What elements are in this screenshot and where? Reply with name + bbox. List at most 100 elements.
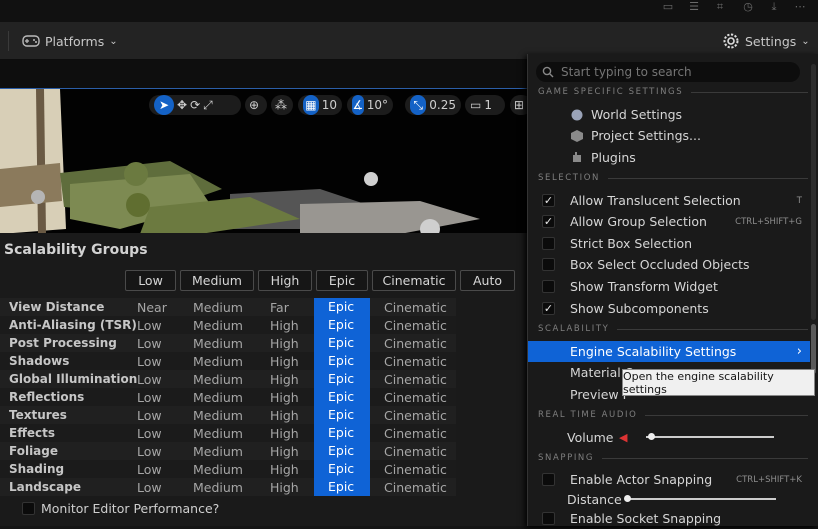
world-local-toggle[interactable]: ⊕ <box>245 95 267 115</box>
epic-cell-selected[interactable]: Epic <box>314 424 370 442</box>
epic-cell-selected[interactable]: Epic <box>314 388 370 406</box>
cinematic-cell[interactable]: Cinematic <box>384 354 447 369</box>
menu-scrollbar-thumb[interactable] <box>811 324 816 374</box>
menu-item-strict-box[interactable]: Strict Box Selection <box>528 233 810 254</box>
socket-snapping-checkbox[interactable] <box>542 512 555 525</box>
high-cell[interactable]: High <box>270 354 299 369</box>
cinematic-cell[interactable]: Cinematic <box>384 318 447 333</box>
epic-cell-selected[interactable]: Epic <box>314 442 370 460</box>
scale-snap-button[interactable]: ⤡ 0.25 <box>405 95 461 115</box>
high-cell[interactable]: High <box>270 372 299 387</box>
history-icon[interactable]: ◷ <box>738 0 758 16</box>
monitor-performance-checkbox[interactable] <box>22 502 35 515</box>
rotation-snap-button[interactable]: ∡ 10° <box>347 95 393 115</box>
medium-cell[interactable]: Medium <box>193 408 243 423</box>
cinematic-cell[interactable]: Cinematic <box>384 480 447 495</box>
show-subcomponents-checkbox[interactable]: ✓ <box>542 302 555 315</box>
epic-cell-selected[interactable]: Epic <box>314 298 370 316</box>
strict-box-checkbox[interactable] <box>542 237 555 250</box>
low-cell[interactable]: Low <box>137 408 162 423</box>
high-cell[interactable]: High <box>270 480 299 495</box>
allow-translucent-checkbox[interactable]: ✓ <box>542 194 555 207</box>
speaker-muted-icon[interactable]: ◀ <box>619 431 627 444</box>
quality-high-button[interactable]: High <box>258 270 312 291</box>
high-cell[interactable]: High <box>270 318 299 333</box>
low-cell[interactable]: Near <box>137 300 167 315</box>
download-icon[interactable]: ⤓ <box>764 0 784 16</box>
high-cell[interactable]: High <box>270 408 299 423</box>
monitor-performance-option[interactable]: Monitor Editor Performance? <box>22 501 219 516</box>
allow-group-checkbox[interactable]: ✓ <box>542 215 555 228</box>
medium-cell[interactable]: Medium <box>193 444 243 459</box>
epic-cell-selected[interactable]: Epic <box>314 370 370 388</box>
distance-slider-track[interactable] <box>626 498 776 500</box>
medium-cell[interactable]: Medium <box>193 372 243 387</box>
medium-cell[interactable]: Medium <box>193 426 243 441</box>
medium-cell[interactable]: Medium <box>193 390 243 405</box>
medium-cell[interactable]: Medium <box>193 480 243 495</box>
camera-speed-button[interactable]: ▭ 1 <box>465 95 505 115</box>
menu-item-show-transform[interactable]: Show Transform Widget <box>528 276 810 297</box>
low-cell[interactable]: Low <box>137 426 162 441</box>
low-cell[interactable]: Low <box>137 372 162 387</box>
level-viewport[interactable]: ➤ ✥ ⟳ ⤢ ⊕ ⁂ ▦ 10 ∡ 10° ⤡ 0.25 ▭ 1 ⊞ <box>0 88 530 233</box>
show-transform-checkbox[interactable] <box>542 280 555 293</box>
cinematic-cell[interactable]: Cinematic <box>384 390 447 405</box>
epic-cell-selected[interactable]: Epic <box>314 316 370 334</box>
high-cell[interactable]: High <box>270 462 299 477</box>
cinematic-cell[interactable]: Cinematic <box>384 462 447 477</box>
rotate-icon[interactable]: ⟳ <box>190 98 200 112</box>
low-cell[interactable]: Low <box>137 444 162 459</box>
epic-cell-selected[interactable]: Epic <box>314 478 370 496</box>
menu-item-actor-snapping[interactable]: Enable Actor Snapping CTRL+SHIFT+K <box>528 469 810 490</box>
epic-cell-selected[interactable]: Epic <box>314 352 370 370</box>
menu-item-project-settings[interactable]: Project Settings... <box>528 125 810 146</box>
menu-search-input[interactable] <box>561 65 791 79</box>
high-cell[interactable]: Far <box>270 300 289 315</box>
cinematic-cell[interactable]: Cinematic <box>384 444 447 459</box>
high-cell[interactable]: High <box>270 336 299 351</box>
menu-item-plugins[interactable]: Plugins <box>528 147 810 168</box>
low-cell[interactable]: Low <box>137 390 162 405</box>
scale-icon[interactable]: ⤢ <box>203 98 213 113</box>
cinematic-cell[interactable]: Cinematic <box>384 300 447 315</box>
move-icon[interactable]: ✥ <box>177 98 187 112</box>
quality-auto-button[interactable]: Auto <box>460 270 515 291</box>
medium-cell[interactable]: Medium <box>193 318 243 333</box>
low-cell[interactable]: Low <box>137 318 162 333</box>
low-cell[interactable]: Low <box>137 480 162 495</box>
high-cell[interactable]: High <box>270 426 299 441</box>
actor-snapping-checkbox[interactable] <box>542 473 555 486</box>
volume-slider-track[interactable] <box>646 436 774 438</box>
menu-search-box[interactable] <box>536 62 800 82</box>
menu-item-box-occluded[interactable]: Box Select Occluded Objects <box>528 254 810 275</box>
quality-cinematic-button[interactable]: Cinematic <box>372 270 456 291</box>
medium-cell[interactable]: Medium <box>193 354 243 369</box>
low-cell[interactable]: Low <box>137 462 162 477</box>
menu-item-allow-translucent[interactable]: ✓ Allow Translucent Selection T <box>528 190 810 211</box>
low-cell[interactable]: Low <box>137 336 162 351</box>
epic-cell-selected[interactable]: Epic <box>314 406 370 424</box>
surface-snap-toggle[interactable]: ⁂ <box>271 95 293 115</box>
quality-low-button[interactable]: Low <box>125 270 176 291</box>
menu-item-allow-group[interactable]: ✓ Allow Group Selection CTRL+SHIFT+G <box>528 211 810 232</box>
distance-slider-knob[interactable] <box>624 495 631 502</box>
settings-button[interactable]: Settings ⌄ <box>714 26 818 56</box>
grid-snap-button[interactable]: ▦ 10 <box>298 95 342 115</box>
cinematic-cell[interactable]: Cinematic <box>384 426 447 441</box>
crop-icon[interactable]: ⌗ <box>710 0 730 16</box>
menu-item-engine-scalability[interactable]: Engine Scalability Settings › <box>528 341 810 362</box>
more-icon[interactable]: ⋯ <box>790 0 810 16</box>
cinematic-cell[interactable]: Cinematic <box>384 372 447 387</box>
medium-cell[interactable]: Medium <box>193 336 243 351</box>
menu-item-show-subcomponents[interactable]: ✓ Show Subcomponents <box>528 298 810 319</box>
chat-icon[interactable]: ▭ <box>658 0 678 16</box>
low-cell[interactable]: Low <box>137 354 162 369</box>
medium-cell[interactable]: Medium <box>193 462 243 477</box>
volume-slider-knob[interactable] <box>647 433 655 440</box>
select-mode-icon[interactable]: ➤ <box>154 95 174 115</box>
menu-item-world-settings[interactable]: World Settings <box>528 104 810 125</box>
medium-cell[interactable]: Medium <box>193 300 243 315</box>
quality-epic-button[interactable]: Epic <box>316 270 368 291</box>
platforms-button[interactable]: Platforms ⌄ <box>14 26 126 56</box>
